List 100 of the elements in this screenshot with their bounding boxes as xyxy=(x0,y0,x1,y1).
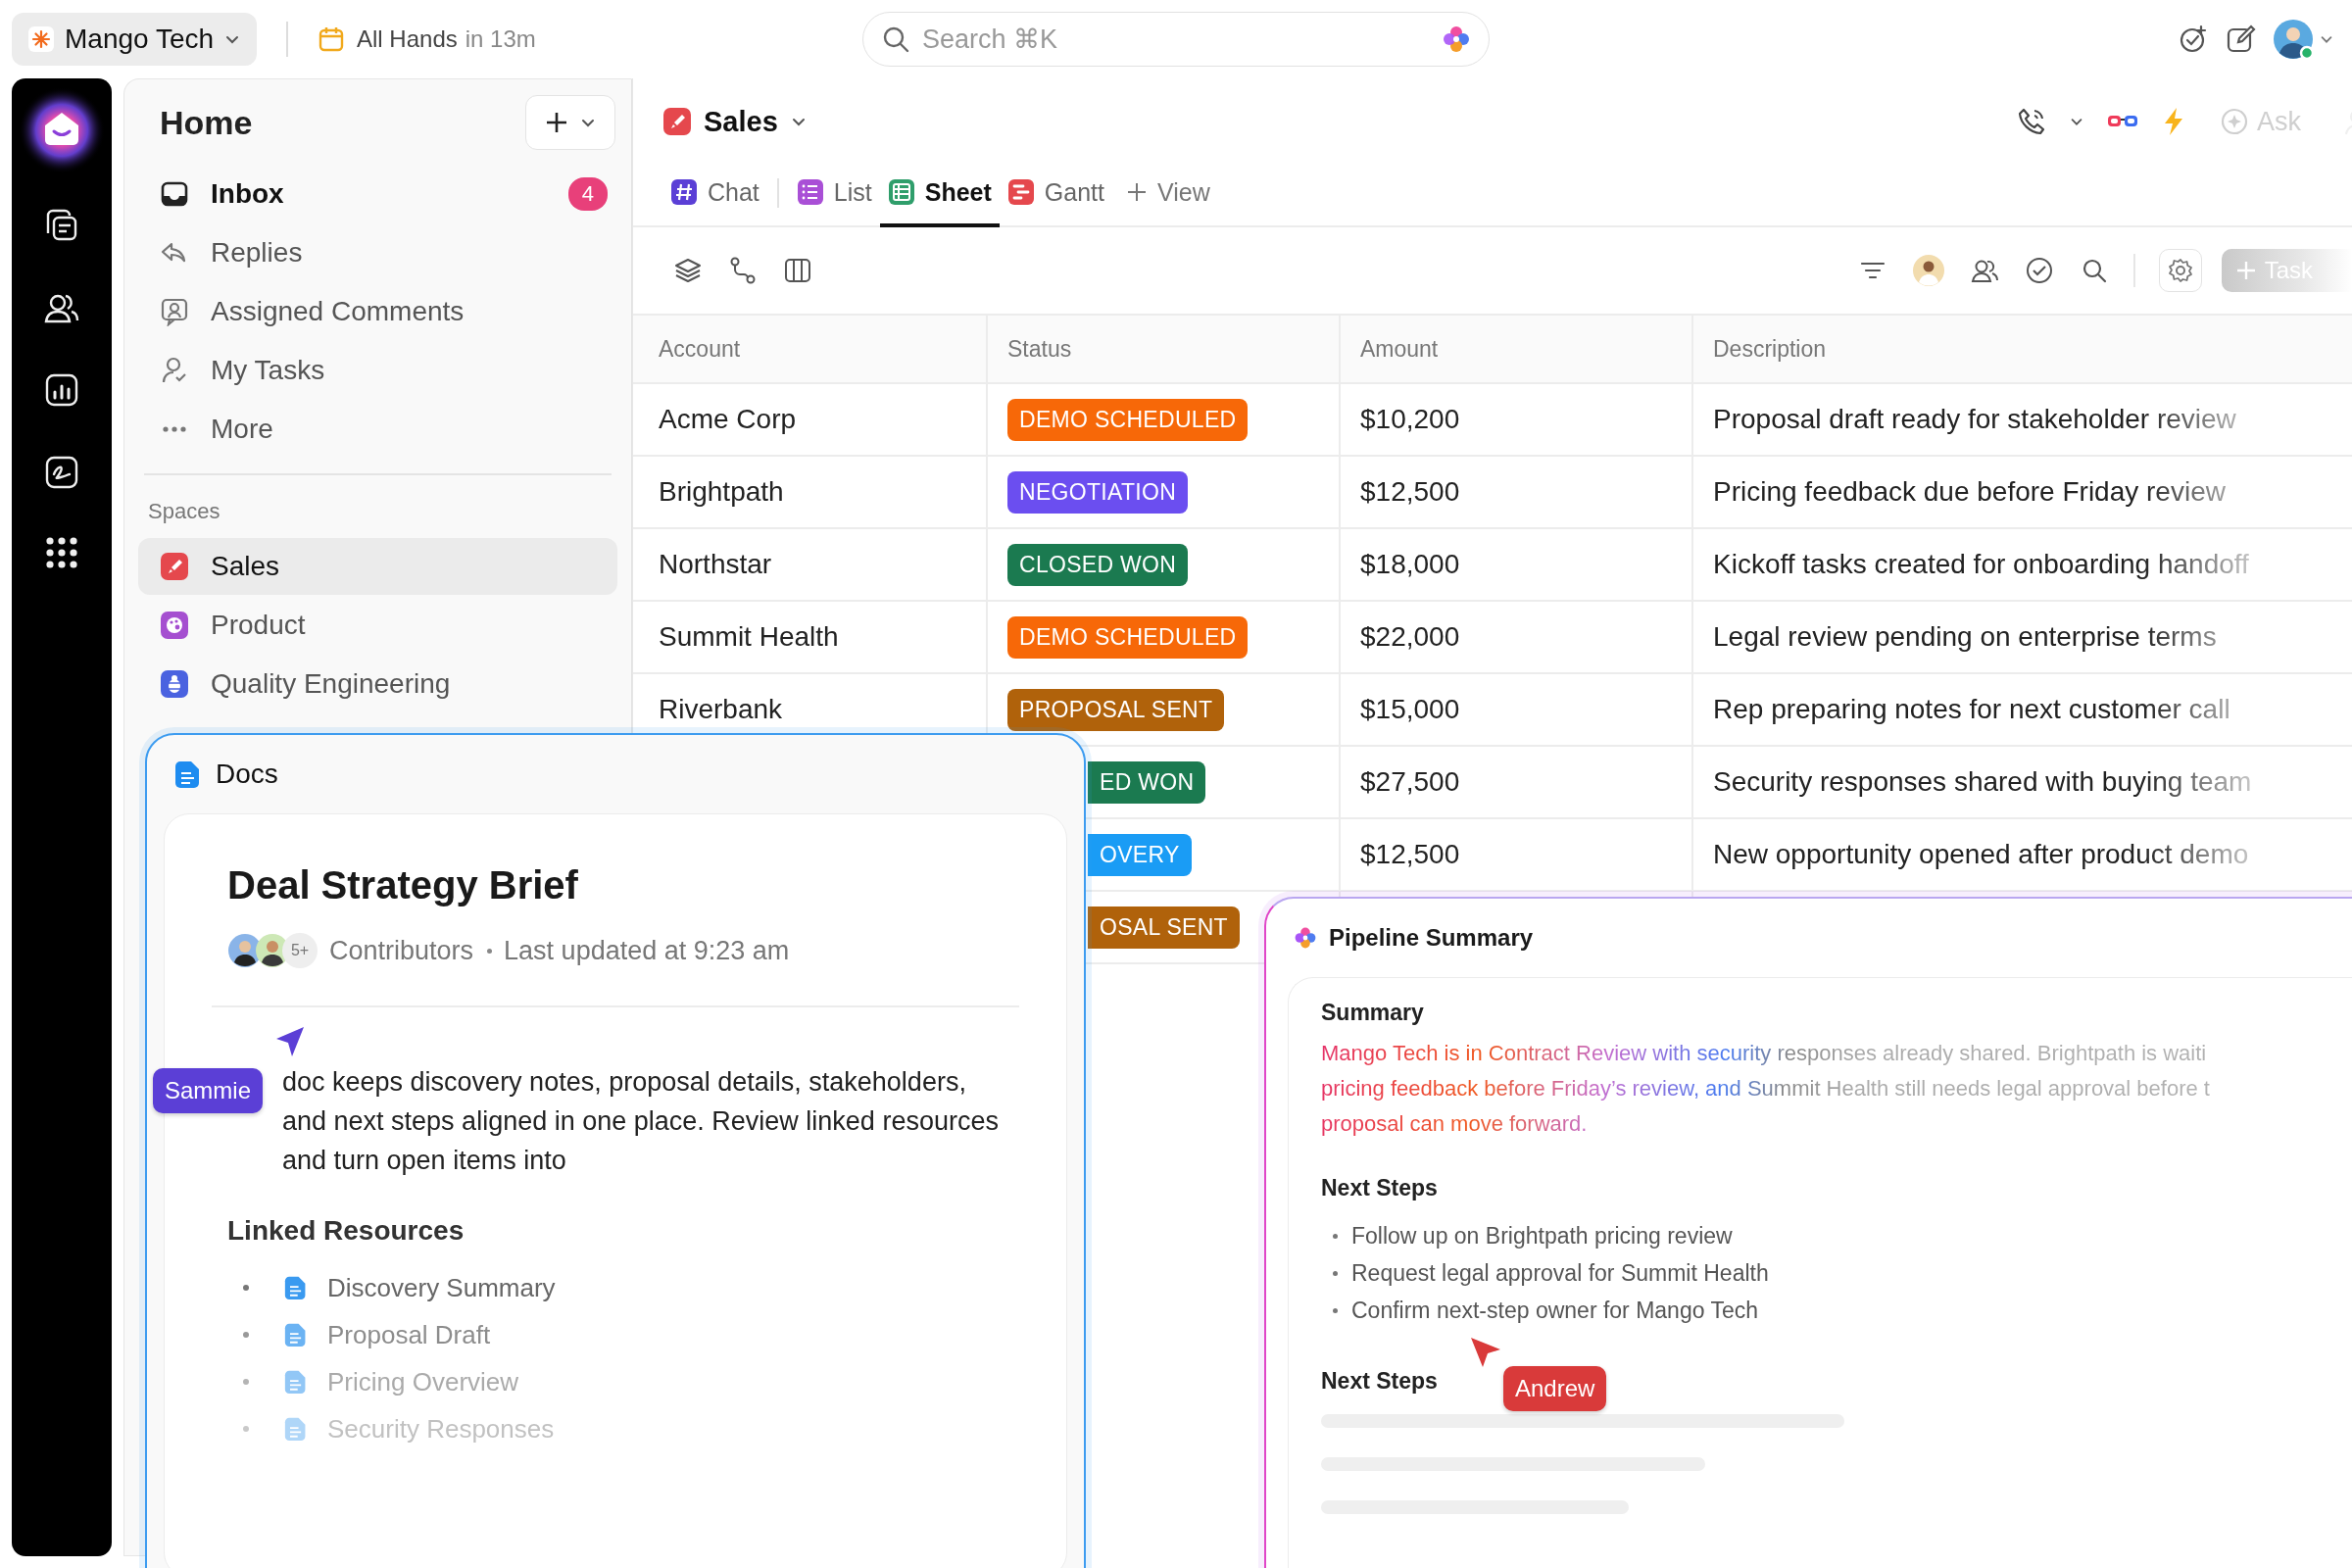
description-text: Proposal draft ready for stakeholder review xyxy=(1713,404,2236,435)
more-contributors-count: 5+ xyxy=(282,933,318,968)
cursor-arrow-icon xyxy=(1469,1336,1502,1369)
amount-text: $22,000 xyxy=(1360,621,1460,653)
status-badge[interactable]: PROPOSAL SENT xyxy=(1007,688,1225,731)
more-dots-icon xyxy=(160,425,189,433)
sidebar-item[interactable]: Assigned Comments xyxy=(138,283,617,340)
user-cursor-label: Sammie xyxy=(153,1068,264,1113)
avatar-icon[interactable] xyxy=(1911,254,1945,287)
cursor-arrow-icon xyxy=(274,1025,306,1058)
document-paragraph: doc keeps discovery notes, proposal details, stakeholders, and next steps aligned in one place. Review linked resources and turn open items into xyxy=(282,1066,1000,1177)
account-text: Riverbank xyxy=(659,694,783,725)
view-tab[interactable]: List xyxy=(788,161,880,227)
calendar-icon xyxy=(318,25,346,53)
unread-count-badge: 4 xyxy=(567,177,608,211)
account-text: Summit Health xyxy=(659,621,839,653)
space-title-button[interactable]: Sales xyxy=(662,105,808,138)
column-header: Amount xyxy=(1341,316,1693,382)
add-view-button[interactable]: View xyxy=(1117,161,1218,227)
next-step-item: Follow up on Brightpath pricing review xyxy=(1351,1222,1733,1250)
account-text: Northstar xyxy=(659,549,772,580)
document-icon xyxy=(284,1369,308,1395)
brush-icon xyxy=(662,107,692,136)
sparkle-flower-icon xyxy=(1442,24,1471,54)
sparkle-flower-icon xyxy=(1294,926,1317,950)
resource-link[interactable]: Discovery Summary xyxy=(327,1272,556,1303)
workspace-switcher[interactable]: Mango Tech xyxy=(12,13,258,66)
resource-link[interactable]: Proposal Draft xyxy=(327,1319,491,1350)
apps-grid-icon[interactable] xyxy=(44,535,79,570)
space-item[interactable]: Sales xyxy=(138,538,617,595)
amount-text: $15,000 xyxy=(1360,694,1460,725)
description-text: Security responses shared with buying team xyxy=(1713,766,2252,798)
settings-icon xyxy=(2166,257,2194,284)
inbox-icon xyxy=(160,179,189,209)
sidebar-title: Home xyxy=(160,103,253,142)
phone-icon[interactable] xyxy=(2016,106,2047,137)
account-text: Brightpath xyxy=(659,476,784,508)
search-icon xyxy=(881,24,910,54)
column-header: Status xyxy=(988,316,1341,382)
section-heading: Linked Resources xyxy=(227,1215,466,1247)
contributors-label: Contributors xyxy=(329,935,474,966)
section-heading: Next Steps xyxy=(1321,1175,1438,1201)
plus-icon xyxy=(544,110,569,135)
description-text: New opportunity opened after product demo xyxy=(1713,839,2249,870)
description-text: Kickoff tasks created for onboarding handoff xyxy=(1713,549,2249,580)
event-time: in 13m xyxy=(465,25,536,53)
amount-text: $12,500 xyxy=(1360,839,1460,870)
description-text: Pricing feedback due before Friday review xyxy=(1713,476,2226,508)
document-title: Deal Strategy Brief xyxy=(227,863,579,907)
section-heading: Next Steps xyxy=(1321,1368,1438,1395)
column-header: Account xyxy=(633,316,988,382)
document-icon xyxy=(174,760,202,789)
account-text: Acme Corp xyxy=(659,404,797,435)
sidebar-item[interactable]: More xyxy=(138,401,617,458)
view-tab[interactable]: Gantt xyxy=(999,161,1112,227)
document-icon xyxy=(284,1275,308,1300)
document-icon xyxy=(284,1322,308,1348)
person-check-icon xyxy=(160,356,189,385)
status-badge[interactable]: OVERY xyxy=(1088,833,1192,876)
view-tab[interactable]: Sheet xyxy=(879,161,1000,227)
edit-icon[interactable] xyxy=(2225,24,2256,55)
section-heading: Summary xyxy=(1321,1000,1424,1026)
description-text: Rep preparing notes for next customer call xyxy=(1713,694,2230,725)
search-field[interactable]: Search ⌘K xyxy=(920,23,1432,56)
panel-title: Pipeline Summary xyxy=(1329,924,1534,952)
status-badge[interactable]: DEMO SCHEDULED xyxy=(1007,398,1249,441)
profile-menu-button[interactable] xyxy=(2272,18,2334,61)
amount-text: $18,000 xyxy=(1360,549,1460,580)
status-badge[interactable]: DEMO SCHEDULED xyxy=(1007,615,1249,659)
column-header: Description xyxy=(1712,334,1828,364)
check-plus-icon[interactable] xyxy=(2178,24,2209,55)
status-badge[interactable]: NEGOTIATION xyxy=(1007,470,1189,514)
user-cursor-label: Andrew xyxy=(1503,1366,1607,1411)
last-updated-text: Last updated at 9:23 am xyxy=(504,935,790,966)
sidebar-item[interactable]: Inbox 4 xyxy=(138,166,617,222)
space-item[interactable]: Product xyxy=(138,597,617,654)
plus-icon xyxy=(2234,260,2257,281)
comment-person-icon xyxy=(160,297,189,326)
status-badge[interactable]: CLOSED WON xyxy=(1007,543,1189,586)
settings-button[interactable] xyxy=(2158,249,2202,292)
asterisk-icon xyxy=(27,25,55,53)
next-step-item: Request legal approval for Summit Health xyxy=(1351,1259,1769,1287)
document-icon xyxy=(284,1416,308,1442)
sparkle-icon xyxy=(2220,107,2249,136)
avatar-icon xyxy=(2272,18,2315,61)
plus-icon xyxy=(1125,181,1148,203)
section-label: Spaces xyxy=(147,499,221,525)
status-badge[interactable]: ED WON xyxy=(1088,760,1206,804)
sidebar-item[interactable]: My Tasks xyxy=(138,342,617,399)
amount-text: $12,500 xyxy=(1360,476,1460,508)
amount-text: $10,200 xyxy=(1360,404,1460,435)
amount-text: $27,500 xyxy=(1360,766,1460,798)
space-item[interactable]: Quality Engineering xyxy=(138,656,617,712)
view-tab[interactable]: Chat xyxy=(662,161,767,227)
panel-title: Docs xyxy=(216,759,278,790)
event-title: All Hands xyxy=(357,25,458,53)
sidebar-item[interactable]: Replies xyxy=(138,224,617,281)
description-text: Legal review pending on enterprise terms xyxy=(1713,621,2217,653)
create-button[interactable] xyxy=(525,95,615,150)
status-badge[interactable]: OSAL SENT xyxy=(1088,906,1240,949)
